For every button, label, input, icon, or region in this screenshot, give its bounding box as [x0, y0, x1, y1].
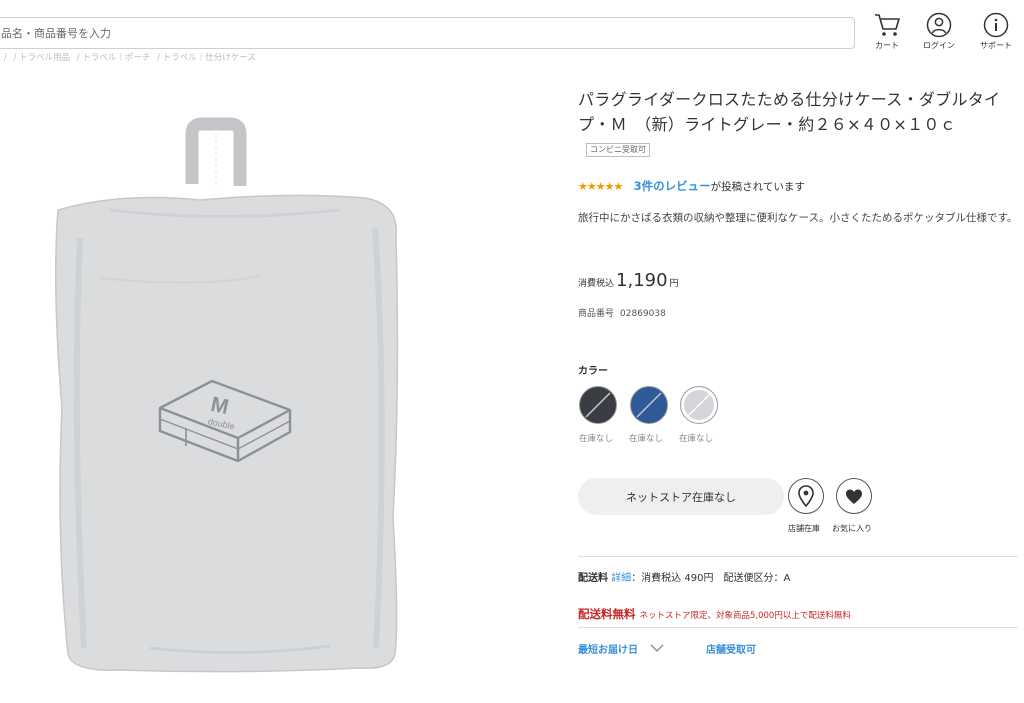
review-suffix: が投稿されています [710, 181, 805, 193]
user-icon [926, 12, 952, 38]
store-stock-button[interactable] [788, 478, 824, 514]
color-swatch-dark[interactable] [578, 385, 618, 425]
shipping-detail-link[interactable]: 詳細 [611, 573, 631, 584]
map-pin-icon [798, 485, 814, 508]
review-link[interactable]: 3件のレビュー [634, 179, 711, 193]
breadcrumb: / / トラベル用品 / トラベル｜ポーチ / トラベル｜仕分けケース [4, 51, 260, 63]
earliest-delivery-toggle[interactable]: 最短お届け日 [578, 641, 665, 656]
star-rating-icon: ★★★★★ [578, 180, 623, 193]
free-shipping-label: 配送料無料 [578, 607, 636, 621]
price-unit: 円 [669, 279, 679, 289]
product-photo: M double [55, 117, 399, 673]
product-image: M double [0, 88, 555, 699]
breadcrumb-item[interactable]: / トラベル｜ポーチ [77, 53, 151, 63]
search-input[interactable] [0, 17, 855, 49]
rating-row: ★★★★★ 3件のレビューが投稿されています [578, 178, 805, 194]
login-button[interactable]: ログイン [915, 12, 963, 51]
shipping-fee: ：消費税込 490円 配送便区分：A [631, 573, 791, 584]
header: カート ログイン サポート [0, 0, 1024, 54]
color-label: カラー [578, 366, 608, 377]
store-pickup-link[interactable]: 店舗受取可 [706, 641, 756, 656]
chevron-down-icon [651, 644, 664, 652]
swatch-stock-status: 在庫なし [679, 434, 714, 444]
free-shipping-note: ネットストア限定、対象商品5,000円以上で配送料無料 [639, 611, 851, 621]
free-shipping-row: 配送料無料 ネットストア限定、対象商品5,000円以上で配送料無料 [578, 603, 851, 622]
favorite-label: お気に入り [832, 524, 872, 533]
divider [578, 556, 1018, 557]
product-number: 商品番号 02869038 [578, 306, 666, 319]
net-store-stock-button[interactable]: ネットストア在庫なし [578, 478, 784, 515]
breadcrumb-item[interactable]: / トラベル用品 [14, 53, 71, 63]
convenience-pickup-badge: コンビニ受取可 [586, 143, 650, 157]
swatch-stock-status: 在庫なし [579, 434, 614, 444]
heart-icon [846, 489, 862, 504]
shipping-row: 配送料 詳細：消費税込 490円 配送便区分：A [578, 569, 790, 584]
store-stock-label: 店舗在庫 [788, 524, 820, 533]
cart-icon [875, 14, 900, 36]
price-prefix: 消費税込 [578, 279, 615, 289]
cart-button[interactable]: カート [863, 12, 911, 51]
product-description: 旅行中にかさばる衣類の収納や整理に便利なケース。小さくたためるポケッタブル仕様で… [578, 212, 1018, 224]
support-label: サポート [980, 41, 1012, 50]
cart-label: カート [875, 41, 899, 50]
sku-value: 02869038 [620, 309, 666, 319]
sku-label: 商品番号 [578, 309, 615, 319]
breadcrumb-item[interactable]: / トラベル｜仕分けケース [157, 53, 256, 63]
product-title: パラグライダークロスたためる仕分けケース・ダブルタイプ・Ｍ （新）ライトグレー・… [578, 87, 1008, 162]
login-label: ログイン [923, 41, 955, 50]
product-title-text: パラグライダークロスたためる仕分けケース・ダブルタイプ・Ｍ （新）ライトグレー・… [578, 90, 1001, 134]
breadcrumb-item[interactable]: / [4, 53, 7, 63]
earliest-delivery-label: 最短お届け日 [578, 645, 638, 656]
color-swatch-light-gray[interactable] [679, 385, 719, 425]
divider [578, 627, 1018, 628]
favorite-button[interactable] [836, 478, 872, 514]
support-button[interactable]: サポート [972, 12, 1020, 51]
price: 消費税込 1,190 円 [578, 270, 679, 291]
info-icon [983, 12, 1009, 38]
price-amount: 1,190 [616, 270, 668, 291]
shipping-label: 配送料 [578, 573, 608, 584]
color-swatch-blue[interactable] [629, 385, 669, 425]
swatch-stock-status: 在庫なし [629, 434, 664, 444]
